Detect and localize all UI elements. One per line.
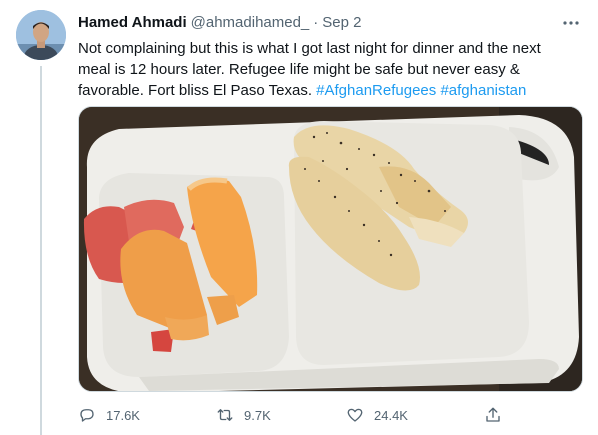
like-count: 24.4K [374, 407, 408, 423]
hashtag-link[interactable]: #AfghanRefugees [316, 82, 436, 99]
share-icon [486, 407, 500, 422]
tweet-date[interactable]: Sep 2 [322, 14, 361, 31]
separator-dot: · [313, 13, 319, 31]
photo-icon [79, 107, 582, 391]
tweet-header: Hamed Ahmadi @ahmadihamed_ · Sep 2 [78, 10, 586, 34]
like-button[interactable]: 24.4K [346, 406, 408, 424]
tweet[interactable]: Hamed Ahmadi @ahmadihamed_ · Sep 2 Not c… [78, 10, 586, 423]
avatar[interactable] [16, 10, 66, 60]
action-bar: 17.6K 9.7K 24.4K [78, 403, 508, 427]
heart-icon [347, 408, 363, 422]
tweet-text: Not complaining but this is what I got l… [78, 38, 568, 101]
retweet-count: 9.7K [244, 407, 271, 423]
share-button[interactable] [484, 406, 512, 424]
display-name[interactable]: Hamed Ahmadi [78, 14, 187, 31]
tweet-photo[interactable] [78, 106, 583, 392]
reply-icon [80, 409, 94, 422]
hashtag-link[interactable]: #afghanistan [440, 82, 526, 99]
user-handle[interactable]: @ahmadihamed_ [191, 14, 310, 31]
retweet-button[interactable]: 9.7K [216, 406, 271, 424]
more-options-icon[interactable] [562, 14, 580, 32]
reply-button[interactable]: 17.6K [78, 406, 140, 424]
avatar-image [16, 10, 66, 60]
thread-line [40, 66, 42, 435]
reply-count: 17.6K [106, 407, 140, 423]
retweet-icon [217, 409, 233, 421]
